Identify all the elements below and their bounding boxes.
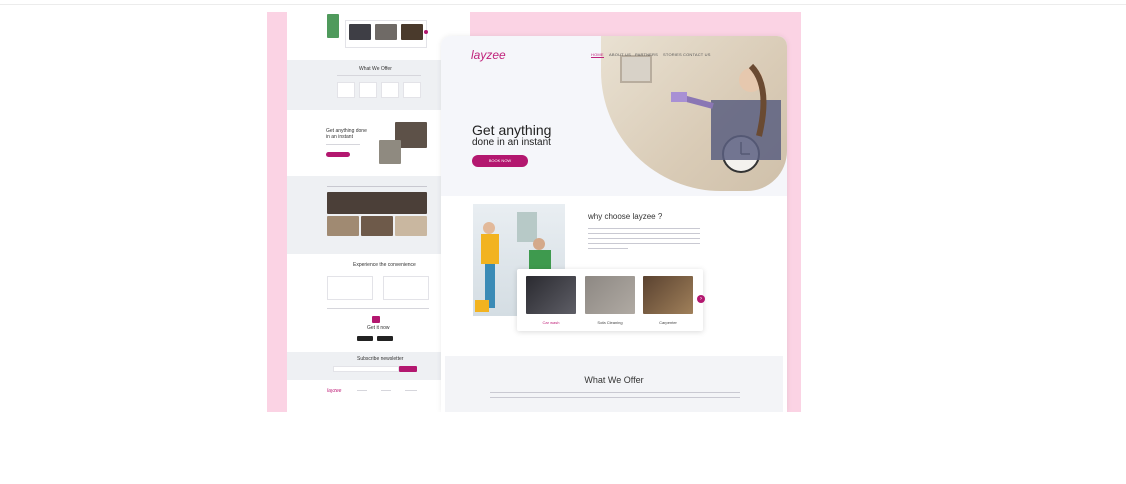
top-divider: [0, 4, 1126, 5]
preview-offer-box: [337, 82, 355, 98]
preview-footer-col: [381, 390, 391, 391]
preview-photo: [349, 24, 371, 40]
showcase-card[interactable]: What We Offer Get anything done in an in…: [267, 12, 801, 412]
preview-text-line: [337, 75, 421, 76]
preview-store-badge: [357, 336, 373, 341]
preview-hero-line2: in an instant: [326, 134, 353, 140]
preview-photo: [395, 216, 427, 236]
preview-tabs: [327, 186, 427, 187]
services-carousel: Car wash Sofa Cleaning Carpenter: [517, 269, 703, 331]
preview-photo: [379, 140, 401, 164]
preview-offer-box: [381, 82, 399, 98]
preview-experience-title: Experience the convenience: [353, 262, 416, 268]
preview-footer-col: [405, 390, 417, 391]
landing-page-preview: layzee HOME ABOUT US PARTNERS STORIES CO…: [441, 36, 787, 412]
hero-headline: Get anything: [472, 122, 552, 138]
service-label-sofa-cleaning[interactable]: Sofa Cleaning: [585, 320, 635, 325]
car-wash-photo: [526, 276, 576, 314]
hero-photo: [601, 36, 787, 191]
service-label-car-wash[interactable]: Car wash: [526, 320, 576, 325]
preview-photo: [375, 24, 397, 40]
nav-about-us[interactable]: ABOUT US: [609, 52, 631, 57]
preview-logo-row: [327, 308, 429, 309]
sofa-cleaning-photo: [585, 276, 635, 314]
nav-contact-us[interactable]: CONTACT US: [683, 52, 711, 57]
woman-cleaning-illustration: [620, 55, 781, 173]
preview-photo: [327, 14, 339, 38]
preview-footer-col: [357, 390, 367, 391]
why-text-line: [588, 248, 628, 249]
nav-home[interactable]: HOME: [591, 52, 604, 58]
why-text-line: [588, 243, 700, 244]
carousel-next-icon[interactable]: ›: [697, 295, 705, 303]
why-text-line: [588, 233, 700, 234]
why-text-line: [588, 238, 700, 239]
nav-stories[interactable]: STORIES: [663, 52, 682, 57]
nav-partners[interactable]: PARTNERS: [635, 52, 658, 57]
why-text-line: [588, 228, 700, 229]
preview-store-badge: [377, 336, 393, 341]
preview-offer-title: What We Offer: [359, 66, 392, 72]
preview-newsletter-button: [399, 366, 417, 372]
what-we-offer-title: What We Offer: [584, 375, 644, 385]
preview-newsletter-title: Subscribe newsletter: [357, 356, 404, 362]
preview-photo: [361, 216, 393, 236]
service-label-carpenter[interactable]: Carpenter: [643, 320, 693, 325]
preview-testimonial-card: [383, 276, 429, 300]
preview-photo: [327, 216, 359, 236]
preview-app-icon: [372, 316, 380, 323]
preview-photo: [401, 24, 423, 40]
preview-arrow: [424, 30, 428, 34]
preview-newsletter-input: [333, 366, 399, 372]
preview-cta-button: [326, 152, 350, 157]
preview-testimonial-card: [327, 276, 373, 300]
carpenter-photo: [643, 276, 693, 314]
offer-text-line: [490, 392, 740, 393]
what-we-offer-section: What We Offer: [445, 356, 783, 412]
brand-logo[interactable]: layzee: [471, 48, 506, 62]
hero-subheadline: done in an instant: [472, 137, 551, 148]
book-now-button[interactable]: BOOK NOW: [472, 155, 528, 167]
preview-text-line: [326, 144, 360, 145]
preview-offer-box: [403, 82, 421, 98]
preview-offer-box: [359, 82, 377, 98]
preview-photo: [327, 192, 427, 214]
preview-get-it-now: Get it now: [367, 325, 390, 331]
why-choose-title: why choose layzee ?: [588, 212, 663, 221]
preview-footer-logo: layzee: [327, 388, 342, 394]
offer-text-line: [490, 397, 740, 398]
